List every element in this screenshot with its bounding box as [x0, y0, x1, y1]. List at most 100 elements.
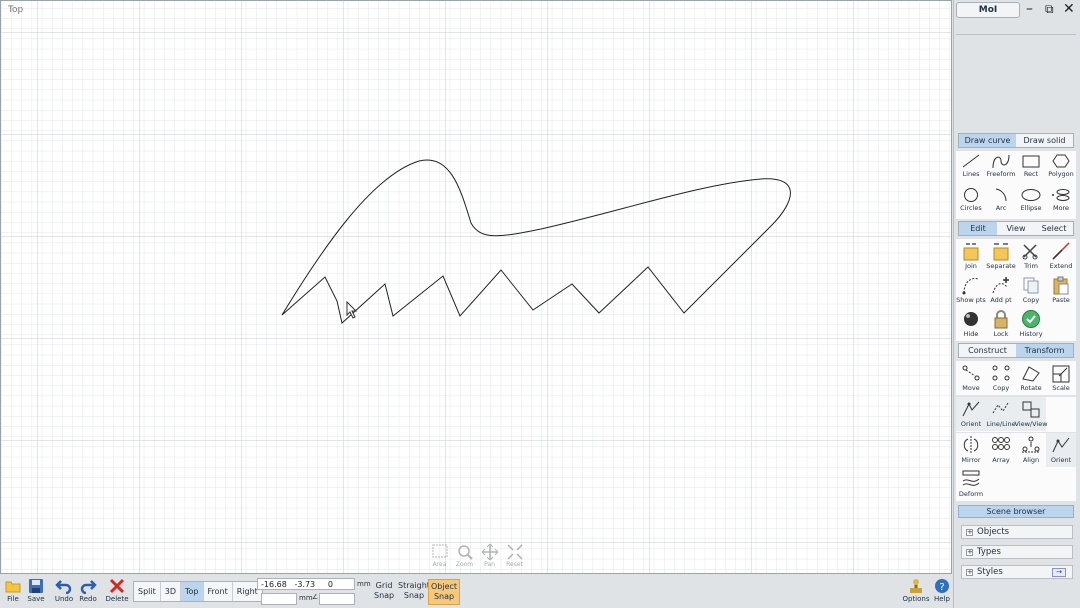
edit-buttons: Join Separate Trim Extend Show pts Add p…: [956, 239, 1076, 341]
scale-icon: [1052, 365, 1070, 383]
deform-button[interactable]: Deform: [956, 467, 986, 501]
save-button[interactable]: Save: [23, 578, 49, 608]
styles-arrow-icon[interactable]: →: [1052, 568, 1066, 577]
history-button[interactable]: History: [1016, 307, 1046, 341]
mirror-button[interactable]: Mirror: [956, 433, 986, 467]
tab-transform[interactable]: Transform: [1016, 344, 1073, 357]
tab-split[interactable]: Split: [134, 582, 161, 601]
object-snap-button[interactable]: Object Snap: [428, 579, 461, 605]
arc-icon: [995, 188, 1007, 202]
top-viewport[interactable]: Top Area Zoom Pan Reset: [0, 0, 952, 574]
trim-button[interactable]: Trim: [1016, 239, 1046, 273]
join-button[interactable]: Join: [956, 239, 986, 273]
reset-button[interactable]: Reset: [504, 543, 525, 568]
polygon-label: Polygon: [1048, 170, 1074, 178]
ellipse-button[interactable]: Ellipse: [1016, 185, 1046, 219]
separate-button[interactable]: Separate: [986, 239, 1016, 273]
freeform-icon: [992, 154, 1010, 169]
tab-edit[interactable]: Edit: [959, 222, 997, 235]
viewport-nav-controls: Area Zoom Pan Reset: [429, 543, 525, 568]
svg-text:?: ?: [939, 582, 944, 593]
tab-construct[interactable]: Construct: [959, 344, 1016, 357]
delete-button[interactable]: Delete: [104, 578, 130, 608]
line-line-button[interactable]: Line/Line: [986, 397, 1016, 431]
app-title-button[interactable]: MoI: [956, 2, 1020, 18]
help-button[interactable]: ? Help: [929, 578, 955, 608]
distance-unit: mm: [299, 594, 313, 602]
add-pt-button[interactable]: Add pt: [986, 273, 1016, 307]
move-button[interactable]: Move: [956, 361, 986, 395]
scene-types-row[interactable]: + Types: [961, 545, 1073, 559]
scene-objects-row[interactable]: + Objects: [961, 525, 1073, 539]
view-tabs: Split 3D Top Front Right: [133, 581, 263, 602]
copy-transform-label: Copy: [992, 384, 1010, 392]
objects-label: Objects: [977, 527, 1010, 537]
straight-snap-button[interactable]: Straight Snap: [396, 579, 432, 605]
grid-snap-label-1: Grid: [375, 581, 393, 590]
tab-front[interactable]: Front: [204, 582, 233, 601]
add-point-icon: [992, 277, 1009, 294]
edit-tabs: Edit View Select: [958, 221, 1074, 236]
app-window: Top Area Zoom Pan Reset File Save Undo R…: [0, 0, 1080, 608]
arc-button[interactable]: Arc: [986, 185, 1016, 219]
undo-button[interactable]: Undo: [51, 578, 77, 608]
expand-plus-icon[interactable]: +: [966, 569, 973, 576]
grid-snap-button[interactable]: Grid Snap: [372, 579, 396, 605]
tab-draw-curve[interactable]: Draw curve: [959, 134, 1016, 147]
copy-button[interactable]: Copy: [1016, 273, 1046, 307]
view-view-button[interactable]: View/View: [1014, 397, 1048, 431]
orient-2-label: Orient: [1050, 456, 1072, 464]
floppy-disk-icon: [29, 579, 43, 593]
array-icon: [992, 437, 1010, 450]
show-points-icon: [962, 278, 979, 295]
more-button[interactable]: More: [1046, 185, 1076, 219]
empty-slot: [1046, 397, 1076, 431]
scene-browser-header[interactable]: Scene browser: [958, 505, 1074, 518]
pan-button[interactable]: Pan: [479, 543, 500, 568]
array-button[interactable]: Array: [986, 433, 1016, 467]
options-label: Options: [902, 595, 930, 603]
circles-button[interactable]: Circles: [956, 185, 986, 219]
scale-button[interactable]: Scale: [1046, 361, 1076, 395]
options-button[interactable]: Options: [902, 578, 930, 608]
close-icon[interactable]: ✕: [1063, 2, 1075, 16]
extend-button[interactable]: Extend: [1046, 239, 1076, 273]
deform-label: Deform: [958, 490, 984, 498]
scene-styles-row[interactable]: + Styles →: [961, 565, 1073, 579]
rect-button[interactable]: Rect: [1016, 151, 1046, 185]
area-zoom-button[interactable]: Area: [429, 543, 450, 568]
orient-icon: [962, 401, 980, 417]
zoom-icon: [457, 545, 473, 560]
coordinate-input[interactable]: -16.68 -3.73 0: [257, 578, 355, 590]
polygon-button[interactable]: Polygon: [1046, 151, 1076, 185]
copy-icon: [1023, 277, 1039, 294]
align-button[interactable]: Align: [1016, 433, 1046, 467]
copy-transform-button[interactable]: Copy: [986, 361, 1016, 395]
redo-button[interactable]: Redo: [75, 578, 101, 608]
area-label: Area: [432, 561, 447, 568]
minimize-icon[interactable]: –: [1026, 2, 1033, 16]
distance-input[interactable]: [261, 593, 297, 605]
copy-transform-icon: [992, 365, 1010, 381]
angle-input[interactable]: [319, 593, 355, 605]
lock-button[interactable]: Lock: [986, 307, 1016, 341]
show-pts-button[interactable]: Show pts: [956, 273, 986, 307]
orient-button-2[interactable]: Orient: [1046, 433, 1076, 467]
expand-plus-icon[interactable]: +: [966, 529, 973, 536]
tab-draw-solid[interactable]: Draw solid: [1016, 134, 1073, 147]
hide-button[interactable]: Hide: [956, 307, 986, 341]
lines-button[interactable]: Lines: [956, 151, 986, 185]
zoom-button[interactable]: Zoom: [454, 543, 475, 568]
freeform-button[interactable]: Freeform: [986, 151, 1016, 185]
tab-top[interactable]: Top: [181, 582, 204, 601]
tab-view[interactable]: View: [997, 222, 1035, 235]
tab-3d[interactable]: 3D: [161, 582, 181, 601]
paste-button[interactable]: Paste: [1046, 273, 1076, 307]
orient-button[interactable]: Orient: [956, 397, 986, 431]
line-icon: [962, 154, 980, 168]
mirror-icon: [963, 436, 979, 454]
expand-plus-icon[interactable]: +: [966, 549, 973, 556]
rotate-button[interactable]: Rotate: [1016, 361, 1046, 395]
maximize-icon[interactable]: ⧉: [1045, 2, 1054, 16]
tab-select[interactable]: Select: [1035, 222, 1073, 235]
